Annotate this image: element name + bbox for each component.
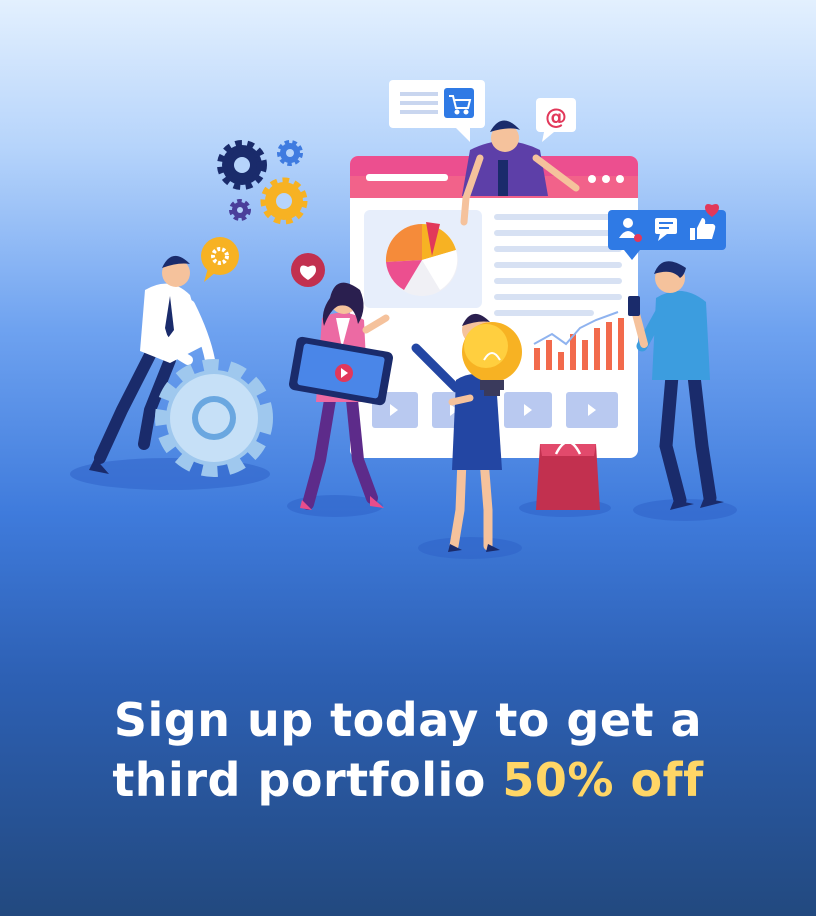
at-sign-icon: @ — [545, 105, 567, 130]
gear-icon — [229, 199, 251, 221]
promo-headline: Sign up today to get a third portfolio 5… — [0, 690, 816, 810]
discount-highlight: 50% off — [502, 753, 704, 807]
gear-icon — [260, 177, 308, 225]
headline-line-1: Sign up today to get a — [113, 693, 703, 747]
headline-line-2: third portfolio 50% off — [0, 750, 816, 810]
headline-line-2-prefix: third portfolio — [112, 753, 486, 807]
ground-shadows — [70, 458, 737, 559]
gear-icon — [217, 140, 267, 190]
gear-icon — [277, 140, 303, 166]
promo-banner: @ Sign up today to get a third portfolio… — [0, 0, 816, 916]
gear-bubble — [201, 237, 239, 282]
social-bubble — [608, 204, 726, 260]
shopping-bag-icon — [536, 440, 600, 510]
large-gear — [155, 359, 273, 477]
heart-icon — [291, 253, 325, 287]
email-bubble: @ — [536, 98, 576, 142]
cart-bubble — [389, 80, 485, 142]
man-with-phone — [628, 261, 724, 510]
marketing-illustration: @ — [70, 80, 737, 559]
